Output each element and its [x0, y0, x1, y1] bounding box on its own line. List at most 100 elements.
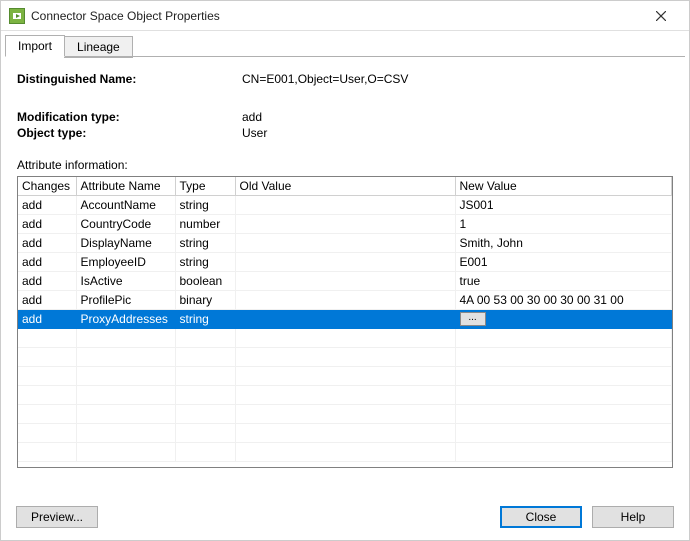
cell-changes: add: [18, 234, 76, 253]
cell-new: Smith, John: [455, 234, 672, 253]
cell-new: true: [455, 272, 672, 291]
col-header-changes[interactable]: Changes: [18, 177, 76, 196]
modtype-value: add: [242, 110, 673, 124]
cell-attr: CountryCode: [76, 215, 175, 234]
empty-cell: [76, 405, 175, 424]
empty-cell: [18, 329, 76, 348]
title-bar: Connector Space Object Properties: [1, 1, 689, 31]
modtype-label: Modification type:: [17, 110, 242, 124]
table-row[interactable]: addCountryCodenumber 1: [18, 215, 672, 234]
cell-changes: add: [18, 196, 76, 215]
empty-cell: [18, 443, 76, 462]
empty-cell: [455, 443, 672, 462]
empty-cell: [18, 367, 76, 386]
cell-new: 1: [455, 215, 672, 234]
ellipsis-button[interactable]: ...: [460, 312, 486, 326]
cell-attr: ProfilePic: [76, 291, 175, 310]
empty-cell: [235, 386, 455, 405]
cell-type: string: [175, 234, 235, 253]
cell-changes: add: [18, 272, 76, 291]
close-button[interactable]: Close: [500, 506, 582, 528]
empty-cell: [76, 424, 175, 443]
table-row[interactable]: addIsActiveboolean true: [18, 272, 672, 291]
cell-changes: add: [18, 253, 76, 272]
empty-cell: [175, 424, 235, 443]
table-row[interactable]: addProxyAddressesstring...: [18, 310, 672, 329]
cell-attr: DisplayName: [76, 234, 175, 253]
table-row[interactable]: [18, 405, 672, 424]
tab-underline: [5, 56, 685, 57]
empty-cell: [76, 329, 175, 348]
col-header-old[interactable]: Old Value: [235, 177, 455, 196]
table-row[interactable]: addEmployeeIDstringE001: [18, 253, 672, 272]
table-row[interactable]: addAccountNamestring JS001: [18, 196, 672, 215]
dn-value: CN=E001,Object=User,O=CSV: [242, 72, 673, 86]
empty-cell: [235, 329, 455, 348]
empty-cell: [175, 329, 235, 348]
table-row[interactable]: [18, 348, 672, 367]
empty-cell: [18, 348, 76, 367]
cell-type: string: [175, 310, 235, 329]
objtype-label: Object type:: [17, 126, 242, 140]
cell-new: ...: [455, 310, 672, 329]
app-icon: [9, 8, 25, 24]
cell-attr: ProxyAddresses: [76, 310, 175, 329]
cell-old: [235, 291, 455, 310]
help-button[interactable]: Help: [592, 506, 674, 528]
cell-old: [235, 215, 455, 234]
table-row[interactable]: addDisplayNamestring Smith, John: [18, 234, 672, 253]
cell-attr: AccountName: [76, 196, 175, 215]
cell-changes: add: [18, 215, 76, 234]
empty-cell: [175, 386, 235, 405]
empty-cell: [175, 367, 235, 386]
cell-new: 4A 00 53 00 30 00 30 00 31 00: [455, 291, 672, 310]
empty-cell: [455, 424, 672, 443]
empty-cell: [455, 348, 672, 367]
empty-cell: [175, 443, 235, 462]
cell-type: boolean: [175, 272, 235, 291]
tab-import[interactable]: Import: [5, 35, 65, 57]
cell-type: binary: [175, 291, 235, 310]
col-header-type[interactable]: Type: [175, 177, 235, 196]
cell-type: number: [175, 215, 235, 234]
attribute-grid[interactable]: Changes Attribute Name Type Old Value Ne…: [17, 176, 673, 468]
cell-attr: IsActive: [76, 272, 175, 291]
table-row[interactable]: addProfilePicbinary 4A 00 53 00 30 00 30 …: [18, 291, 672, 310]
empty-cell: [455, 329, 672, 348]
empty-cell: [235, 405, 455, 424]
empty-cell: [235, 348, 455, 367]
table-row[interactable]: [18, 443, 672, 462]
cell-old: [235, 310, 455, 329]
preview-button[interactable]: Preview...: [16, 506, 98, 528]
empty-cell: [18, 424, 76, 443]
empty-cell: [76, 348, 175, 367]
table-row[interactable]: [18, 424, 672, 443]
dn-label: Distinguished Name:: [17, 72, 242, 86]
empty-cell: [455, 367, 672, 386]
col-header-attr[interactable]: Attribute Name: [76, 177, 175, 196]
grid-header-row[interactable]: Changes Attribute Name Type Old Value Ne…: [18, 177, 672, 196]
cell-old: [235, 253, 455, 272]
tab-lineage[interactable]: Lineage: [64, 36, 133, 58]
empty-cell: [18, 405, 76, 424]
cell-old: [235, 272, 455, 291]
close-icon[interactable]: [641, 2, 681, 30]
empty-cell: [235, 443, 455, 462]
window-title: Connector Space Object Properties: [31, 9, 641, 23]
empty-cell: [235, 367, 455, 386]
cell-changes: add: [18, 291, 76, 310]
table-row[interactable]: [18, 329, 672, 348]
attribute-info-label: Attribute information:: [17, 158, 673, 172]
tab-content: Distinguished Name: CN=E001,Object=User,…: [1, 58, 689, 468]
empty-cell: [455, 386, 672, 405]
cell-type: string: [175, 196, 235, 215]
table-row[interactable]: [18, 367, 672, 386]
empty-cell: [76, 386, 175, 405]
cell-type: string: [175, 253, 235, 272]
cell-new: JS001: [455, 196, 672, 215]
table-row[interactable]: [18, 386, 672, 405]
empty-cell: [175, 348, 235, 367]
empty-cell: [175, 405, 235, 424]
empty-cell: [455, 405, 672, 424]
col-header-new[interactable]: New Value: [455, 177, 672, 196]
